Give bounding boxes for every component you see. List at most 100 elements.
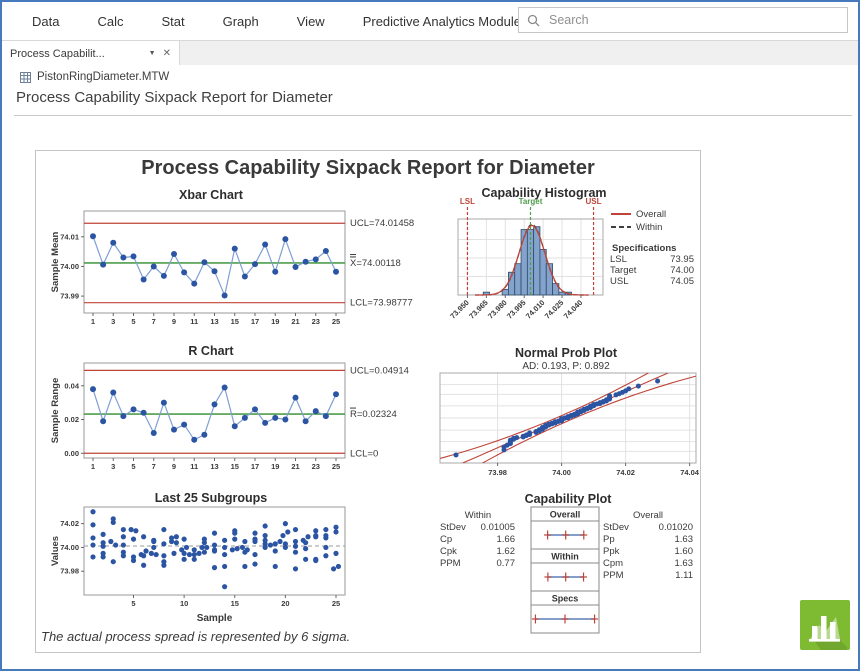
svg-text:5: 5 xyxy=(131,317,135,326)
svg-text:LCL=73.98777: LCL=73.98777 xyxy=(350,298,413,309)
svg-text:0.01005: 0.01005 xyxy=(481,522,515,533)
svg-text:11: 11 xyxy=(190,462,198,471)
svg-text:Normal Prob Plot: Normal Prob Plot xyxy=(515,347,618,360)
svg-text:74.00: 74.00 xyxy=(552,468,571,477)
svg-text:73.995: 73.995 xyxy=(505,298,528,321)
svg-text:7: 7 xyxy=(152,462,156,471)
menu-predictive-analytics[interactable]: Predictive Analytics Module xyxy=(363,14,521,29)
svg-text:UCL=0.04914: UCL=0.04914 xyxy=(350,365,409,376)
svg-text:Pp: Pp xyxy=(603,534,615,545)
svg-text:15: 15 xyxy=(231,317,239,326)
svg-text:AD: 0.193, P: 0.892: AD: 0.193, P: 0.892 xyxy=(522,361,610,372)
svg-text:11: 11 xyxy=(190,317,198,326)
normal-prob-plot-chart: Normal Prob PlotAD: 0.193, P: 0.892 73.98… xyxy=(438,347,700,487)
content-area: PistonRingDiameter.MTW Process Capabilit… xyxy=(2,65,858,669)
svg-text:PPM: PPM xyxy=(440,558,461,569)
tab-process-capability[interactable]: Process Capabilit... ▼ ✕ xyxy=(2,41,180,66)
search-input[interactable] xyxy=(547,12,839,28)
svg-text:Sample: Sample xyxy=(197,613,233,624)
svg-text:25: 25 xyxy=(332,317,340,326)
menu-stat[interactable]: Stat xyxy=(161,14,184,29)
svg-text:23: 23 xyxy=(312,462,320,471)
svg-text:Sample Range: Sample Range xyxy=(50,378,61,443)
svg-text:1.11: 1.11 xyxy=(675,570,693,581)
minitab-graph-icon[interactable] xyxy=(799,599,851,651)
svg-text:5: 5 xyxy=(131,599,135,608)
search-box[interactable] xyxy=(518,7,848,33)
svg-text:0.77: 0.77 xyxy=(497,558,516,569)
svg-text:USL: USL xyxy=(586,197,602,206)
svg-text:19: 19 xyxy=(271,462,279,471)
svg-text:74.040: 74.040 xyxy=(562,298,585,321)
app-window: Data Calc Stat Graph View Predictive Ana… xyxy=(0,0,860,671)
capability-plot-panel: Capability PlotOverallWithinSpecsWithinS… xyxy=(436,491,700,654)
svg-text:Cpm: Cpm xyxy=(603,558,623,569)
svg-text:74.04: 74.04 xyxy=(680,468,700,477)
worksheet-grid-icon xyxy=(20,72,31,83)
tab-dropdown-icon[interactable]: ▼ xyxy=(149,50,156,57)
svg-text:73.98: 73.98 xyxy=(488,468,507,477)
svg-text:74.00: 74.00 xyxy=(60,262,79,271)
svg-text:17: 17 xyxy=(251,317,259,326)
tab-close-icon[interactable]: ✕ xyxy=(163,48,171,59)
svg-text:73.950: 73.950 xyxy=(448,298,471,321)
svg-text:17: 17 xyxy=(251,462,259,471)
heading-divider xyxy=(14,115,852,116)
capability-histogram-chart: Capability HistogramLSLUSLTarget73.95073… xyxy=(440,185,700,347)
svg-text:USL: USL xyxy=(610,276,628,287)
worksheet-link[interactable]: PistonRingDiameter.MTW xyxy=(20,71,169,83)
capability-plot-chart: Capability PlotOverallWithinSpecsWithinS… xyxy=(436,491,700,649)
svg-text:21: 21 xyxy=(291,462,299,471)
svg-text:1.66: 1.66 xyxy=(497,534,516,545)
svg-text:StDev: StDev xyxy=(440,522,466,533)
svg-text:1.63: 1.63 xyxy=(675,558,694,569)
svg-text:LSL: LSL xyxy=(610,254,627,265)
svg-text:Overall: Overall xyxy=(636,209,666,220)
svg-text:0.02: 0.02 xyxy=(64,415,79,424)
svg-text:3: 3 xyxy=(111,462,115,471)
capability-histogram-panel: Capability HistogramLSLUSLTarget73.95073… xyxy=(440,185,700,352)
r-chart: R ChartSample Range0.000.020.04135791113… xyxy=(44,345,464,495)
svg-text:74.05: 74.05 xyxy=(670,276,694,287)
tab-label: Process Capabilit... xyxy=(10,48,142,60)
worksheet-name: PistonRingDiameter.MTW xyxy=(37,71,169,83)
svg-text:74.00: 74.00 xyxy=(60,543,79,552)
svg-text:Xbar Chart: Xbar Chart xyxy=(179,188,244,202)
svg-text:0.04: 0.04 xyxy=(64,381,79,390)
svg-text:Target: Target xyxy=(519,197,543,206)
graph-canvas[interactable]: Process Capability Sixpack Report for Di… xyxy=(35,150,701,653)
svg-text:Within: Within xyxy=(551,552,578,562)
svg-text:X=74.00118: X=74.00118 xyxy=(350,258,401,269)
menu-data[interactable]: Data xyxy=(32,14,59,29)
svg-text:Within: Within xyxy=(636,222,662,233)
svg-text:74.010: 74.010 xyxy=(524,298,547,321)
svg-text:9: 9 xyxy=(172,317,176,326)
svg-text:21: 21 xyxy=(291,317,299,326)
menu-view[interactable]: View xyxy=(297,14,325,29)
svg-text:74.02: 74.02 xyxy=(60,519,79,528)
svg-text:StDev: StDev xyxy=(603,522,629,533)
last25-subgroups-panel: Last 25 SubgroupsValues73.9874.0074.0251… xyxy=(44,493,464,634)
normal-prob-plot-panel: Normal Prob PlotAD: 0.193, P: 0.892 73.98… xyxy=(438,347,700,492)
svg-text:10: 10 xyxy=(180,599,188,608)
svg-text:Cp: Cp xyxy=(440,534,452,545)
svg-text:73.95: 73.95 xyxy=(670,254,694,265)
svg-text:9: 9 xyxy=(172,462,176,471)
svg-text:Cpk: Cpk xyxy=(440,546,457,557)
page-heading: Process Capability Sixpack Report for Di… xyxy=(16,89,333,106)
svg-text:74.02: 74.02 xyxy=(616,468,635,477)
svg-text:R=0.02324: R=0.02324 xyxy=(350,409,397,420)
svg-text:LSL: LSL xyxy=(460,197,475,206)
menu-graph[interactable]: Graph xyxy=(223,14,259,29)
svg-text:Capability Plot: Capability Plot xyxy=(525,492,613,506)
search-icon xyxy=(527,14,540,27)
svg-text:25: 25 xyxy=(332,599,340,608)
xbar-chart: Xbar ChartSample Mean73.9974.0074.011357… xyxy=(44,187,464,337)
svg-text:74.01: 74.01 xyxy=(60,232,79,241)
svg-text:LCL=0: LCL=0 xyxy=(350,448,378,459)
xbar-chart-panel: Xbar ChartSample Mean73.9974.0074.011357… xyxy=(44,187,464,342)
svg-text:73.99: 73.99 xyxy=(60,292,79,301)
svg-text:UCL=74.01458: UCL=74.01458 xyxy=(350,218,414,229)
menu-calc[interactable]: Calc xyxy=(97,14,123,29)
last25-subgroups-chart: Last 25 SubgroupsValues73.9874.0074.0251… xyxy=(44,493,464,629)
